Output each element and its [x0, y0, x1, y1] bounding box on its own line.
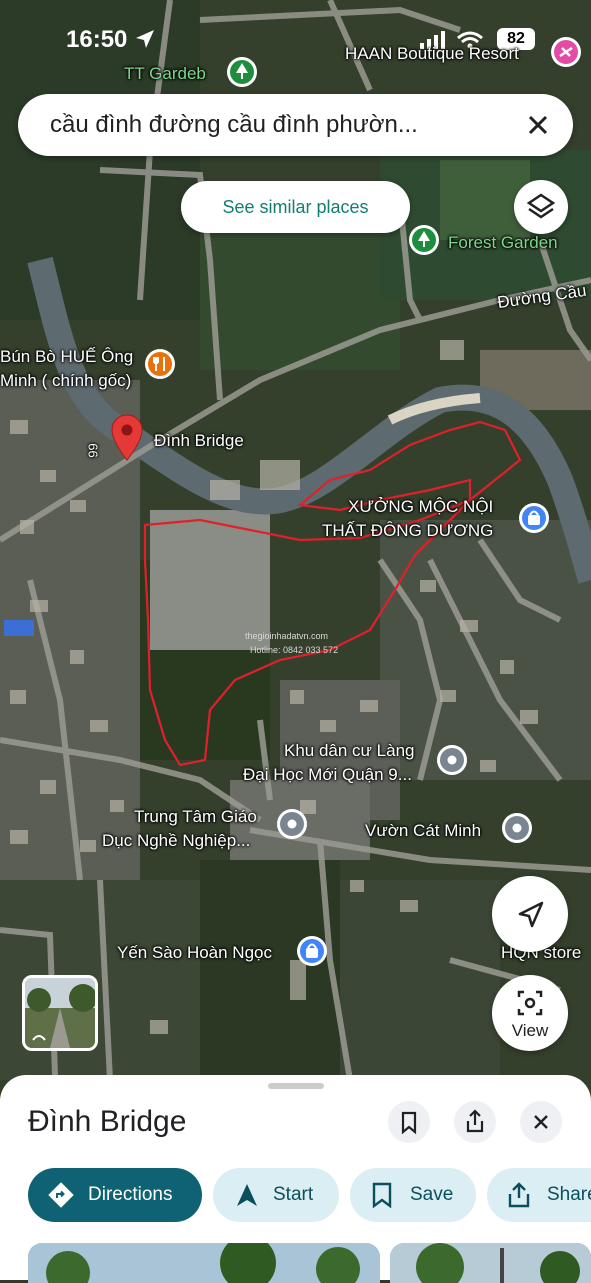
clock: 16:50 — [66, 26, 128, 53]
bookmark-button[interactable] — [388, 1101, 430, 1143]
label-bun-bo-line2[interactable]: Minh ( chính gốc) — [0, 370, 131, 391]
street-view-thumbnail[interactable] — [22, 975, 98, 1051]
label-dinh-bridge[interactable]: Đình Bridge — [154, 430, 244, 451]
label-forest-garden[interactable]: Forest Garden — [448, 232, 558, 253]
map-pin-icon[interactable] — [110, 414, 144, 462]
location-arrow-icon — [136, 30, 154, 48]
save-label: Save — [410, 1184, 454, 1205]
close-button[interactable] — [520, 1101, 562, 1143]
shop-icon[interactable] — [296, 935, 328, 967]
share-button[interactable] — [454, 1101, 496, 1143]
street-view-icon — [517, 990, 543, 1016]
place-title: Đình Bridge — [28, 1105, 187, 1138]
label-khu-line2[interactable]: Đại Học Mới Quận 9... — [243, 764, 412, 785]
search-query[interactable]: cầu đình đường cầu đình phườn... — [50, 111, 418, 139]
place-sheet[interactable]: Đình Bridge Directions Start Save Share — [0, 1075, 591, 1283]
view-label: View — [511, 1021, 549, 1040]
resort-icon[interactable] — [550, 36, 582, 68]
tree-icon[interactable] — [408, 224, 440, 256]
label-trung-tam-line1[interactable]: Trung Tâm Giáo — [134, 806, 257, 827]
place-icon[interactable] — [276, 808, 308, 840]
layers-icon — [526, 193, 556, 219]
place-photo[interactable] — [28, 1243, 380, 1283]
label-road-99: 99 — [85, 443, 101, 458]
place-icon[interactable] — [436, 744, 468, 776]
bookmark-icon — [401, 1111, 417, 1135]
place-icon[interactable] — [501, 812, 533, 844]
share-icon — [466, 1109, 484, 1133]
save-button[interactable]: Save — [350, 1168, 476, 1222]
label-xuong-line2[interactable]: THẤT ĐÔNG DƯƠNG — [322, 520, 493, 541]
label-tt-garden[interactable]: TT Gardeb — [124, 63, 206, 84]
close-icon — [534, 1115, 548, 1129]
search-bar[interactable]: cầu đình đường cầu đình phườn... — [18, 94, 573, 156]
place-photo[interactable] — [390, 1243, 591, 1283]
start-icon — [237, 1184, 257, 1206]
share-chip-button[interactable]: Share — [487, 1168, 591, 1222]
label-xuong-line1[interactable]: XƯỞNG MỘC NỘI — [348, 496, 493, 517]
share-label: Share — [547, 1184, 591, 1205]
restaurant-icon[interactable] — [144, 348, 176, 380]
label-haan[interactable]: HAAN Boutique Resort — [345, 43, 519, 64]
start-label: Start — [273, 1184, 314, 1205]
see-similar-places-button[interactable]: See similar places — [181, 181, 410, 233]
bookmark-icon — [372, 1182, 392, 1208]
start-button[interactable]: Start — [213, 1168, 339, 1222]
label-bun-bo-line1[interactable]: Bún Bò HUẾ Ông — [0, 346, 133, 367]
tree-icon[interactable] — [226, 56, 258, 88]
directions-label: Directions — [88, 1184, 173, 1205]
label-khu-line1[interactable]: Khu dân cư Làng — [284, 740, 414, 761]
directions-button[interactable]: Directions — [28, 1168, 202, 1222]
street-view-button[interactable]: View — [492, 975, 568, 1051]
my-location-button[interactable] — [492, 876, 568, 952]
close-icon[interactable] — [521, 108, 555, 142]
navigation-icon — [518, 901, 544, 928]
label-yen-sao[interactable]: Yến Sào Hoàn Ngọc — [117, 942, 272, 963]
sheet-handle[interactable] — [268, 1083, 324, 1089]
directions-icon — [48, 1182, 74, 1208]
label-trung-tam-line2[interactable]: Dục Nghề Nghiệp... — [102, 830, 250, 851]
label-vuon[interactable]: Vườn Cát Minh — [365, 820, 481, 841]
share-icon — [508, 1182, 530, 1208]
layers-button[interactable] — [514, 180, 568, 234]
shop-icon[interactable] — [518, 502, 550, 534]
watermark-hotline: Hotline: 0842 033 572 — [250, 645, 339, 655]
